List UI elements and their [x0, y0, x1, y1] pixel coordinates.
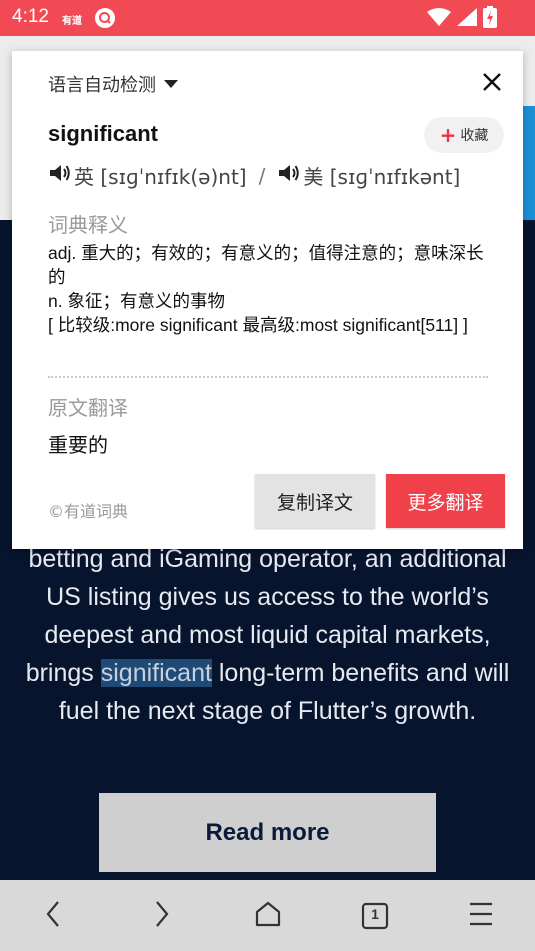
- browser-nav-bar: 1: [0, 880, 535, 951]
- wifi-icon: [427, 8, 451, 30]
- forward-icon: [151, 899, 171, 933]
- translation-result: 重要的: [48, 433, 108, 457]
- speaker-us-button[interactable]: 美 [sɪɡˈnɪfɪkənt]: [277, 161, 460, 190]
- section-divider: [48, 376, 488, 378]
- original-translation-heading: 原文翻译: [48, 396, 128, 420]
- article-text: betting and iGaming operator, an additio…: [18, 540, 517, 730]
- speaker-uk-button[interactable]: 英 [sɪɡˈnɪfɪk(ə)nt]: [48, 161, 247, 190]
- battery-charging-icon: [483, 6, 497, 32]
- plus-icon: +: [439, 123, 457, 147]
- forward-button[interactable]: [143, 898, 179, 934]
- definition-noun: n. 象征；有意义的事物: [48, 291, 225, 311]
- search-icon: [95, 8, 115, 28]
- menu-button[interactable]: [463, 898, 499, 934]
- language-selector[interactable]: 语言自动检测: [48, 71, 178, 97]
- phonetics: 英 [sɪɡˈnɪfɪk(ə)nt] / 美 [sɪɡˈnɪfɪkənt]: [48, 161, 460, 190]
- translation-popup: 语言自动检测 significant + 收藏 英 [sɪɡˈnɪfɪk(ə)n…: [12, 51, 523, 549]
- definition-adj: adj. 重大的；有效的；有意义的；值得注意的；意味深长的: [48, 243, 484, 287]
- favorite-button[interactable]: + 收藏: [424, 117, 504, 153]
- back-icon: [44, 899, 64, 933]
- copy-translation-button[interactable]: 复制译文: [255, 474, 375, 528]
- home-icon: [254, 900, 282, 932]
- speaker-icon: [48, 162, 72, 189]
- status-bar: 4:12 有道: [0, 0, 535, 36]
- phonetic-separator: /: [258, 163, 266, 188]
- status-icons: [427, 6, 497, 32]
- favorite-label: 收藏: [460, 128, 489, 144]
- back-button[interactable]: [36, 898, 72, 934]
- selected-word-highlight[interactable]: significant: [100, 659, 212, 687]
- caret-down-icon: [164, 80, 178, 88]
- page-accent-bar: [521, 106, 535, 220]
- phonetic-us: 美 [sɪɡˈnɪfɪkənt]: [303, 165, 461, 189]
- status-time: 4:12: [12, 6, 49, 27]
- phonetic-uk: 英 [sɪɡˈnɪfɪk(ə)nt]: [74, 165, 247, 189]
- tab-count: 1: [371, 906, 379, 922]
- speaker-icon: [277, 162, 301, 189]
- dictionary-heading: 词典释义: [48, 213, 128, 237]
- definition-forms: [ 比较级:more significant 最高级:most signific…: [48, 315, 468, 335]
- definitions: adj. 重大的；有效的；有意义的；值得注意的；意味深长的 n. 象征；有意义的…: [48, 241, 488, 337]
- status-app-label: 有道: [62, 16, 82, 27]
- more-translation-button[interactable]: 更多翻译: [386, 474, 505, 528]
- youdao-credit: ©有道词典: [48, 502, 129, 521]
- tabs-icon: 1: [361, 902, 389, 930]
- signal-icon: [457, 8, 477, 30]
- menu-icon: [467, 901, 495, 931]
- close-icon: [479, 73, 505, 99]
- language-selector-label: 语言自动检测: [48, 75, 156, 96]
- read-more-button[interactable]: Read more: [99, 793, 436, 872]
- close-button[interactable]: [479, 69, 505, 95]
- headword: significant: [48, 121, 159, 146]
- home-button[interactable]: [250, 898, 286, 934]
- tabs-button[interactable]: 1: [357, 898, 393, 934]
